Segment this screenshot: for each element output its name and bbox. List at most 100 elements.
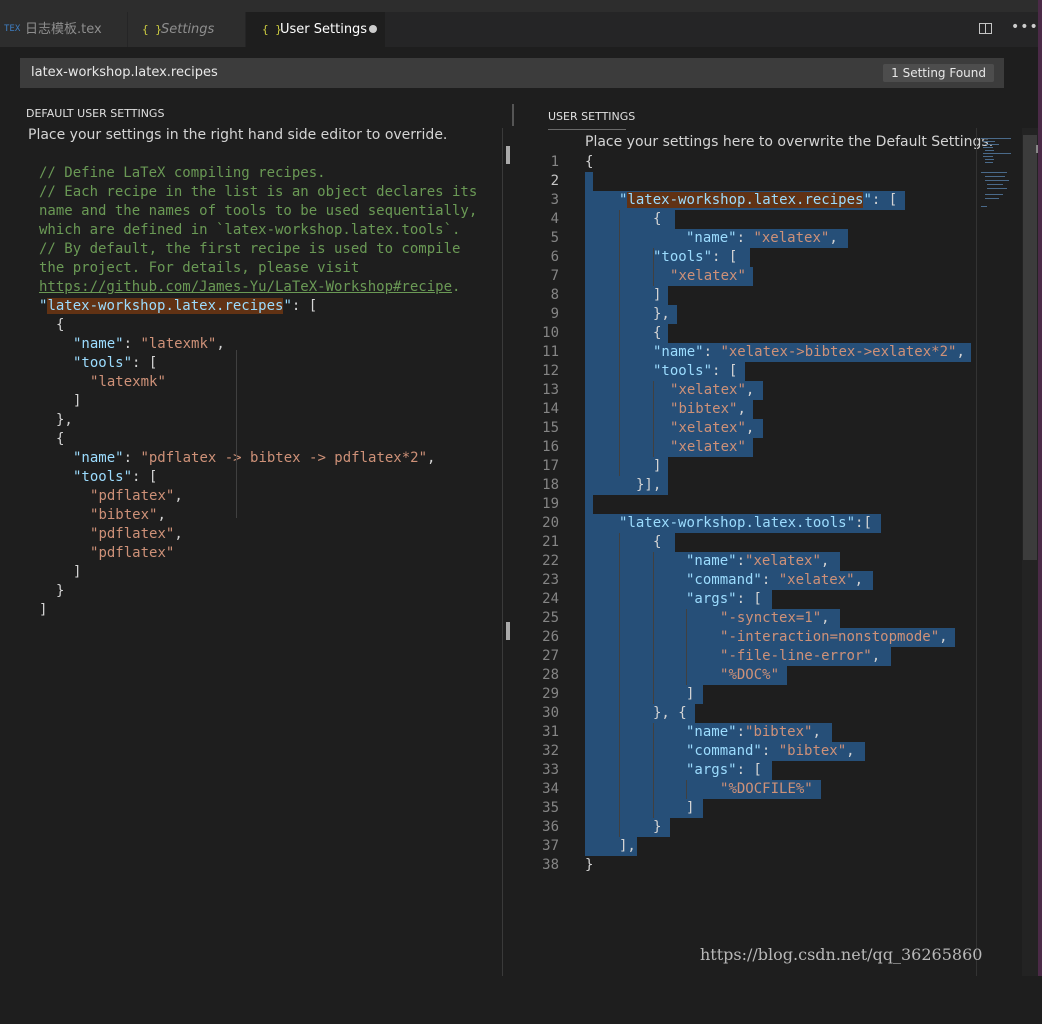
code-line: "pdflatex", xyxy=(90,526,183,542)
comment-line: // By default, the first recipe is used … xyxy=(39,241,461,257)
indent-guide xyxy=(236,350,237,518)
tab-bar: TEX 日志模板.tex { } Settings { } User Setti… xyxy=(0,12,1042,47)
code-line: "pdflatex", xyxy=(90,488,183,504)
tab-label: 日志模板.tex xyxy=(25,22,102,37)
comment-line: https://github.com/James-Yu/LaTeX-Worksh… xyxy=(39,279,461,295)
code-line: ] xyxy=(39,602,48,618)
docs-link[interactable]: https://github.com/James-Yu/LaTeX-Worksh… xyxy=(39,279,452,295)
code-line: "command": "bibtex", xyxy=(686,743,855,759)
code-line: "args": [ xyxy=(686,591,762,607)
code-line: "tools": [ xyxy=(653,363,738,379)
scrollbar-thumb[interactable] xyxy=(1023,135,1037,560)
comment-line: which are defined in `latex-workshop.lat… xyxy=(39,222,461,238)
code-line: ] xyxy=(686,686,695,702)
code-line: ] xyxy=(686,800,695,816)
code-line: "xelatex", xyxy=(670,382,755,398)
tab-user-settings[interactable]: { } User Settings xyxy=(246,12,386,47)
code-line: { xyxy=(56,431,65,447)
code-line: "bibtex", xyxy=(90,507,166,523)
code-line: { xyxy=(585,154,594,170)
json-icon: { } xyxy=(262,23,282,36)
code-line: "latexmk" xyxy=(90,374,166,390)
code-line: ], xyxy=(619,838,636,854)
window-edge xyxy=(1038,0,1042,976)
default-settings-description: Place your settings in the right hand si… xyxy=(28,127,448,143)
code-line: "name":"bibtex", xyxy=(686,724,821,740)
code-line: "latex-workshop.latex.tools":[ xyxy=(619,515,872,531)
code-line: ] xyxy=(73,564,82,580)
code-line: ] xyxy=(73,393,82,409)
code-line: { xyxy=(653,211,662,227)
indent-guide xyxy=(686,609,687,685)
code-line: "name": "xelatex->bibtex->exlatex*2", xyxy=(653,344,965,360)
code-line: "name": "pdflatex -> bibtex -> pdflatex*… xyxy=(73,450,436,466)
tex-file-icon: TEX xyxy=(4,24,21,34)
watermark: https://blog.csdn.net/qq_36265860 xyxy=(700,945,983,964)
indent-guide xyxy=(619,210,620,476)
code-line: "-interaction=nonstopmode", xyxy=(720,629,948,645)
code-line: } xyxy=(585,857,594,873)
minimap[interactable] xyxy=(976,128,1023,976)
code-line: "xelatex" xyxy=(670,439,746,455)
code-line: "latex-workshop.latex.recipes": [ xyxy=(39,298,318,314)
indent-guide xyxy=(653,723,654,818)
code-line: "pdflatex" xyxy=(90,545,175,561)
default-settings-header: DEFAULT USER SETTINGS xyxy=(26,107,165,120)
title-strip xyxy=(0,0,1042,12)
user-settings-header[interactable]: USER SETTINGS xyxy=(548,110,635,123)
comment-line: the project. For details, please visit xyxy=(39,260,360,276)
user-settings-description: Place your settings here to overwrite th… xyxy=(585,134,994,150)
unsaved-dot-icon[interactable] xyxy=(369,25,377,33)
code-line: ] xyxy=(653,287,662,303)
code-line: "args": [ xyxy=(686,762,762,778)
tab-label: User Settings xyxy=(280,22,368,37)
code-line: "latex-workshop.latex.recipes": [ xyxy=(619,192,898,208)
code-line: }], xyxy=(636,477,662,493)
result-count-badge: 1 Setting Found xyxy=(883,64,994,82)
code-line: "xelatex", xyxy=(670,420,755,436)
indent-guide xyxy=(619,533,620,837)
indent-guide xyxy=(653,552,654,704)
code-line: "name":"xelatex", xyxy=(686,553,830,569)
comment-line: // Define LaTeX compiling recipes. xyxy=(39,165,326,181)
code-line: ] xyxy=(653,458,662,474)
code-line: } xyxy=(653,819,662,835)
code-line: "tools": [ xyxy=(73,469,158,485)
setting-key-highlight: latex-workshop.latex.recipes xyxy=(47,298,284,314)
code-line: "-file-line-error", xyxy=(720,648,881,664)
code-line: "-synctex=1", xyxy=(720,610,830,626)
code-line: "name": "xelatex", xyxy=(686,230,838,246)
code-line: }, { xyxy=(653,705,687,721)
code-line: "name": "latexmk", xyxy=(73,336,225,352)
code-line: }, xyxy=(56,412,73,428)
code-line: "xelatex" xyxy=(670,268,746,284)
code-line: { xyxy=(653,325,662,341)
code-line: "command": "xelatex", xyxy=(686,572,864,588)
split-editor-icon[interactable] xyxy=(979,23,992,34)
code-line: "%DOCFILE%" xyxy=(720,781,813,797)
comment-line: name and the names of tools to be used s… xyxy=(39,203,478,219)
search-input[interactable]: latex-workshop.latex.recipes xyxy=(31,58,218,88)
json-icon: { } xyxy=(142,23,162,36)
tab-label: Settings xyxy=(161,22,215,37)
indent-guide xyxy=(686,780,687,799)
tab-settings[interactable]: { } Settings xyxy=(128,12,246,47)
indent-guide xyxy=(653,381,654,457)
code-line: "bibtex", xyxy=(670,401,746,417)
code-line: { xyxy=(653,534,662,550)
comment-line: // Each recipe in the list is an object … xyxy=(39,184,478,200)
setting-key-highlight: latex-workshop.latex.recipes xyxy=(627,192,864,208)
pane-scroll-indicator xyxy=(512,104,514,126)
overview-ruler-mark xyxy=(506,622,510,640)
settings-search[interactable]: latex-workshop.latex.recipes 1 Setting F… xyxy=(20,58,1004,88)
code-line: { xyxy=(56,317,65,333)
pane-divider[interactable] xyxy=(502,128,503,976)
overview-ruler-mark xyxy=(506,146,510,164)
code-line: "tools": [ xyxy=(653,249,738,265)
code-line: "tools": [ xyxy=(73,355,158,371)
code-line: "%DOC%" xyxy=(720,667,780,683)
tab-log-template[interactable]: TEX 日志模板.tex xyxy=(0,12,128,47)
more-actions-icon[interactable]: ••• xyxy=(1011,19,1039,35)
header-underline xyxy=(548,129,626,130)
code-line: }, xyxy=(653,306,670,322)
